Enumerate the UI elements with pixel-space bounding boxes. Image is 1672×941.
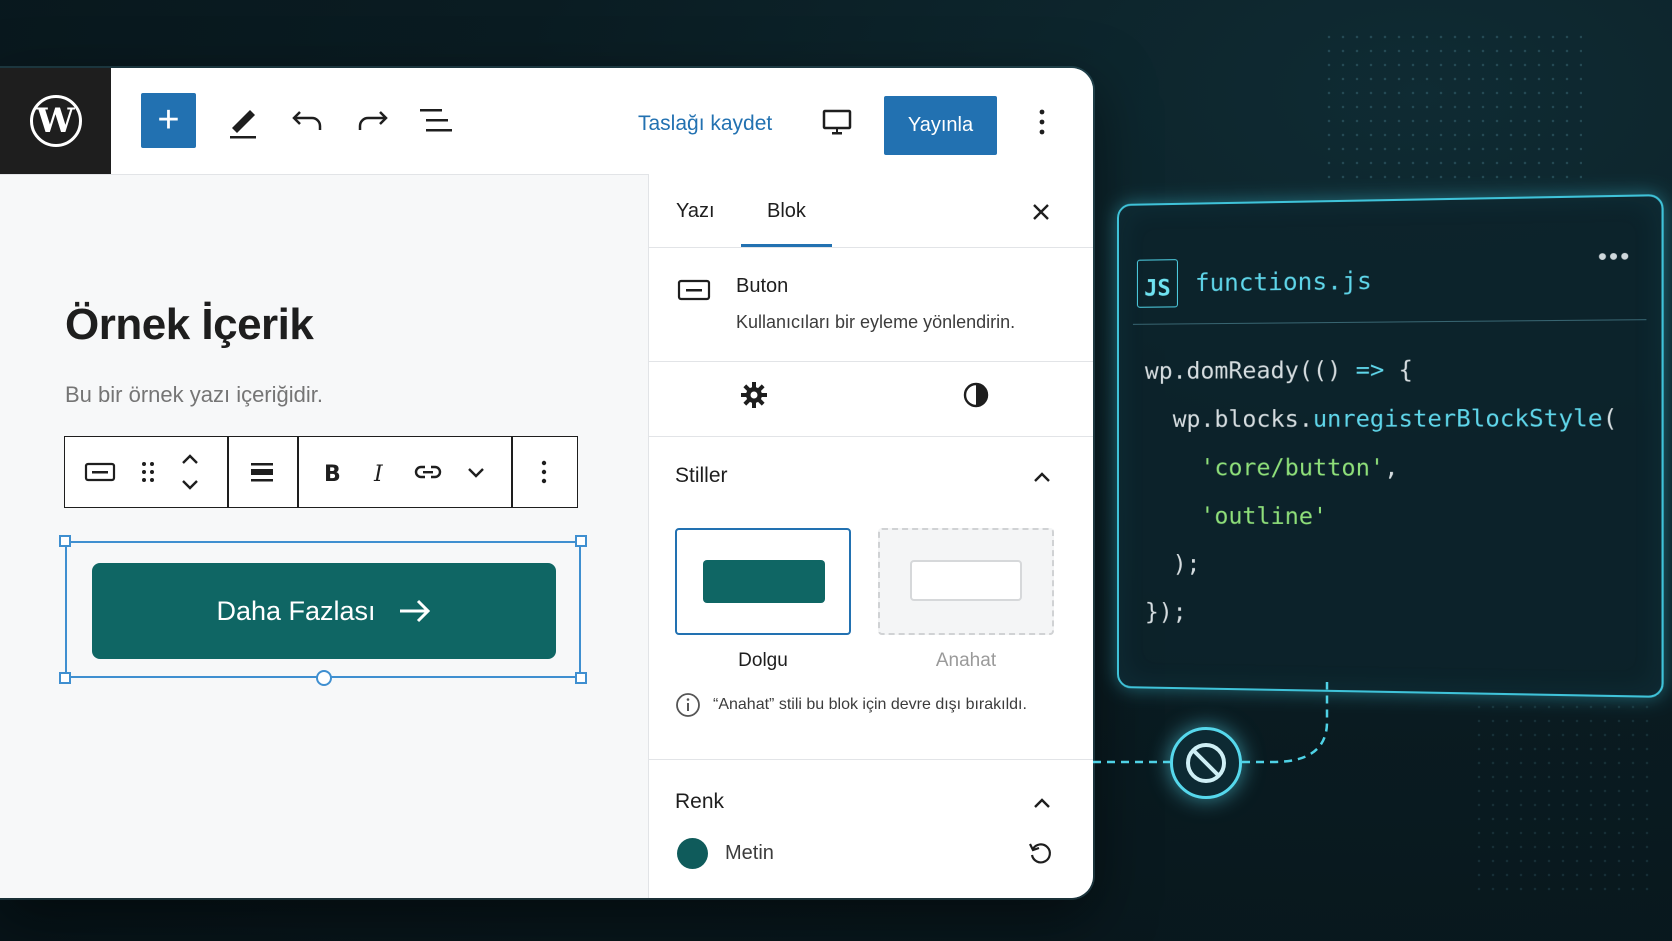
block-editor-window: W + Taslağı kaydet Yayınla Örnek İçerik …	[0, 68, 1093, 898]
javascript-file-icon: JS	[1136, 259, 1178, 308]
styles-section-title[interactable]: Stiller	[675, 464, 728, 488]
resize-handle[interactable]	[316, 670, 332, 686]
resize-handle[interactable]	[575, 535, 587, 547]
justify-icon[interactable]	[245, 455, 279, 489]
text-color-swatch[interactable]	[677, 838, 708, 869]
cta-button-label: Daha Fazlası	[216, 595, 376, 626]
wordpress-logo[interactable]: W	[0, 68, 111, 174]
options-menu-icon[interactable]	[1032, 106, 1052, 138]
publish-button[interactable]: Yayınla	[884, 96, 997, 155]
arrow-right-icon	[399, 599, 430, 623]
text-color-label[interactable]: Metin	[725, 842, 774, 865]
chevron-down-icon[interactable]	[459, 455, 493, 489]
bold-icon[interactable]: B	[315, 455, 349, 489]
background-dots	[1322, 30, 1582, 180]
move-up-down-icon[interactable]	[173, 451, 207, 493]
resize-handle[interactable]	[575, 672, 587, 684]
code-block: wp.domReady(() => { wp.blocks.unregister…	[1144, 357, 1618, 626]
more-icon[interactable]: •••	[1598, 242, 1631, 272]
reset-icon[interactable]	[1027, 840, 1053, 866]
drag-handle-icon[interactable]	[131, 455, 165, 489]
block-toolbar: B I	[64, 436, 578, 508]
resize-handle[interactable]	[59, 672, 71, 684]
style-option-outline	[878, 528, 1054, 635]
pencil-icon[interactable]	[222, 98, 266, 142]
info-icon	[676, 693, 700, 717]
button-block-icon[interactable]	[83, 455, 117, 489]
style-label-outline: Anahat	[935, 650, 997, 671]
svg-text:B: B	[324, 462, 341, 487]
cta-button-block[interactable]: Daha Fazlası	[92, 563, 556, 659]
more-options-icon[interactable]	[527, 455, 561, 489]
code-snippet-card: JS functions.js ••• wp.domReady(() => { …	[1117, 194, 1664, 698]
save-draft-button[interactable]: Taslağı kaydet	[638, 112, 772, 136]
close-icon[interactable]	[1027, 198, 1055, 226]
styles-contrast-icon[interactable]	[961, 380, 991, 410]
undo-icon[interactable]	[286, 98, 330, 142]
disabled-icon	[1170, 727, 1242, 799]
background-dots	[1472, 700, 1652, 900]
editor-topbar: W + Taslağı kaydet Yayınla	[0, 68, 1093, 175]
wordpress-icon: W	[29, 95, 82, 147]
styles-info-text: “Anahat” stili bu blok için devre dışı b…	[713, 696, 1027, 713]
editor-canvas: Örnek İçerik Bu bir örnek yazı içeriğidi…	[0, 174, 648, 898]
gear-icon[interactable]	[739, 380, 769, 410]
italic-icon[interactable]: I	[363, 455, 397, 489]
button-block-icon	[677, 279, 711, 301]
add-block-button[interactable]: +	[141, 93, 196, 148]
link-icon[interactable]	[411, 455, 445, 489]
svg-text:I: I	[373, 462, 384, 487]
list-view-icon[interactable]	[414, 98, 458, 142]
redo-icon[interactable]	[350, 98, 394, 142]
post-paragraph[interactable]: Bu bir örnek yazı içeriğidir.	[65, 382, 323, 408]
chevron-up-icon[interactable]	[1031, 470, 1053, 484]
post-title[interactable]: Örnek İçerik	[65, 300, 314, 350]
block-description: Kullanıcıları bir eyleme yönlendirin.	[736, 312, 1016, 332]
color-section-title[interactable]: Renk	[675, 790, 724, 814]
style-label-fill: Dolgu	[738, 650, 788, 671]
chevron-up-icon[interactable]	[1031, 796, 1053, 810]
styles-info-note: “Anahat” stili bu blok için devre dışı b…	[675, 692, 1075, 718]
tab-block[interactable]: Blok	[767, 200, 806, 223]
settings-sidebar: Yazı Blok Buton Kullanıcıları bir eyleme…	[648, 174, 1093, 898]
block-name: Buton	[736, 275, 789, 297]
style-option-fill[interactable]	[675, 528, 851, 635]
desktop-preview-icon[interactable]	[821, 106, 853, 138]
tab-post[interactable]: Yazı	[676, 200, 715, 223]
file-name: functions.js	[1195, 266, 1372, 298]
resize-handle[interactable]	[59, 535, 71, 547]
